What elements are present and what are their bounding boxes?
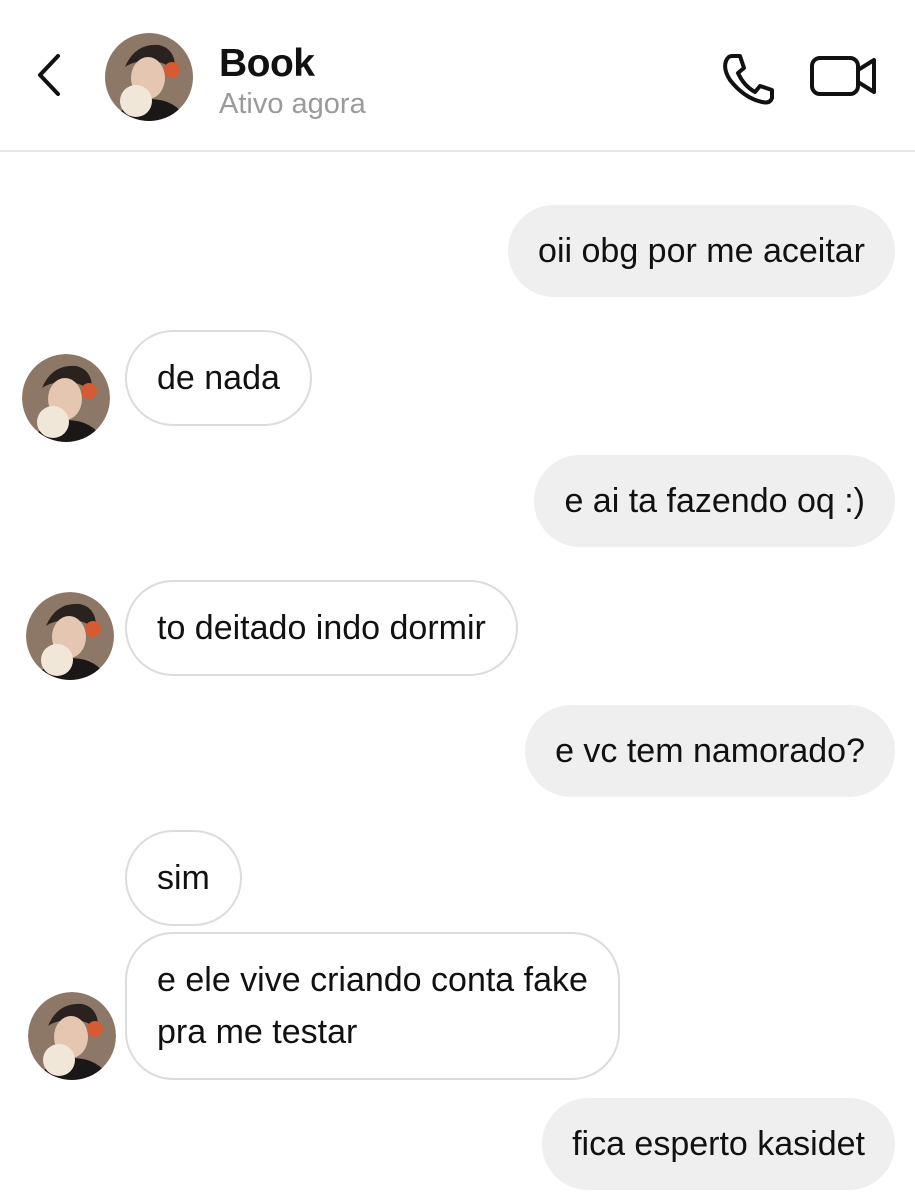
chat-header: Book Ativo agora [0, 0, 915, 152]
message-text: to deitado indo dormir [157, 609, 486, 647]
message-text-line: e ele vive criando conta fake [157, 961, 588, 999]
sender-avatar[interactable] [28, 992, 116, 1080]
contact-avatar[interactable] [105, 33, 193, 121]
message-bubble-incoming[interactable]: to deitado indo dormir [125, 580, 518, 676]
message-text: fica esperto kasidet [572, 1125, 865, 1163]
message-bubble-incoming[interactable]: sim [125, 830, 242, 926]
phone-icon[interactable] [718, 50, 778, 106]
presence-status: Ativo agora [219, 88, 366, 120]
sender-avatar[interactable] [26, 592, 114, 680]
message-bubble-incoming[interactable]: e ele vive criando conta fake pra me tes… [125, 932, 620, 1080]
contact-name: Book [219, 42, 315, 85]
message-text: sim [157, 859, 210, 897]
message-text: e vc tem namorado? [555, 732, 865, 770]
message-text: oii obg por me aceitar [538, 232, 865, 270]
message-bubble-outgoing[interactable]: oii obg por me aceitar [508, 205, 895, 297]
message-bubble-outgoing[interactable]: e vc tem namorado? [525, 705, 895, 797]
message-text: de nada [157, 359, 280, 397]
message-text-line: pra me testar [157, 1013, 358, 1051]
message-bubble-outgoing[interactable]: fica esperto kasidet [542, 1098, 895, 1190]
video-camera-icon[interactable] [808, 50, 880, 102]
message-text: e ai ta fazendo oq :) [564, 482, 865, 520]
message-thread[interactable]: oii obg por me aceitar de nada e ai ta f… [0, 152, 915, 1200]
sender-avatar[interactable] [22, 354, 110, 442]
message-bubble-outgoing[interactable]: e ai ta fazendo oq :) [534, 455, 895, 547]
message-bubble-incoming[interactable]: de nada [125, 330, 312, 426]
chevron-left-icon[interactable] [30, 50, 70, 100]
